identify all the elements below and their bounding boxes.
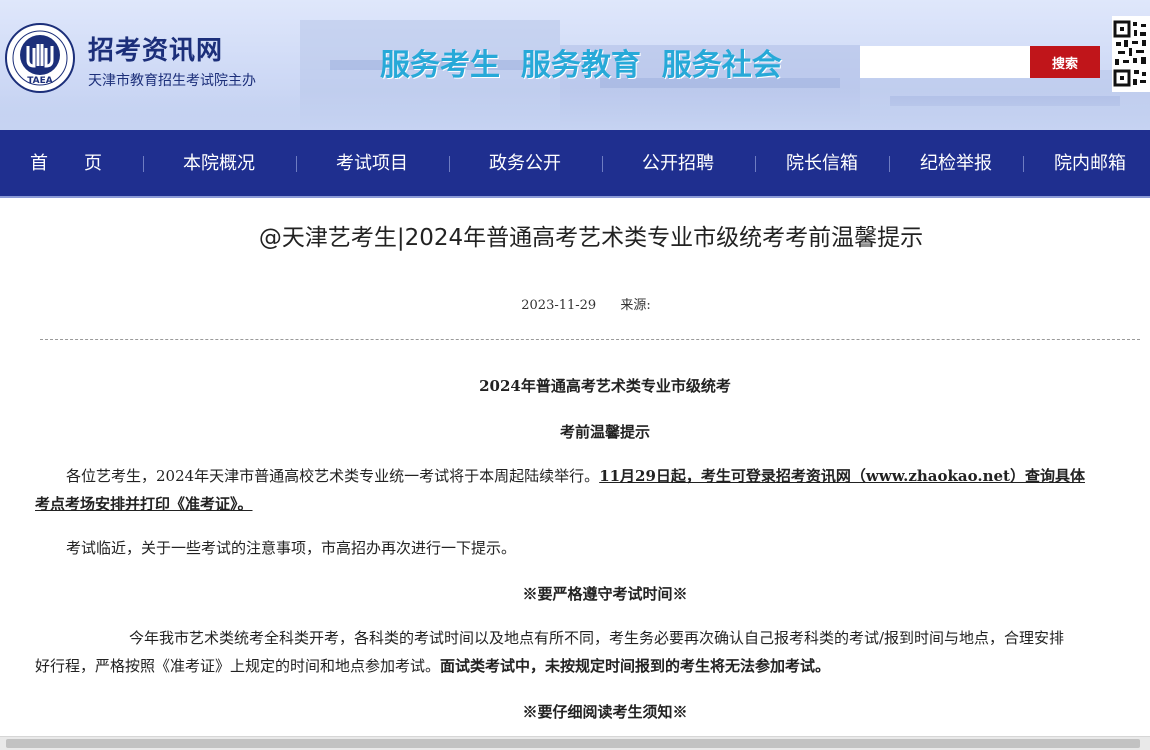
horizontal-scrollbar[interactable]: [0, 736, 1150, 750]
nav-separator: [755, 156, 756, 172]
taea-logo[interactable]: TAEA: [4, 22, 76, 94]
nav-item-president-mailbox[interactable]: 院长信箱: [785, 130, 859, 198]
nav-item-home[interactable]: 首 页: [30, 130, 102, 198]
nav-item-overview[interactable]: 本院概况: [182, 130, 256, 198]
section-heading-candidate-notice: ※要仔细阅读考生须知※: [522, 703, 688, 721]
nav-separator: [449, 156, 450, 172]
intro-highlight: 11月29日起，考生可登录招考资讯网（www.zhaokao.net）查询具体: [599, 467, 1085, 485]
paragraph-notice: 考试临近，关于一些考试的注意事项，市高招办再次进行一下提示。: [35, 534, 1140, 562]
nav-item-discipline-report[interactable]: 纪检举报: [919, 130, 993, 198]
article-date: 2023-11-29: [521, 298, 597, 313]
nav-separator: [1023, 156, 1024, 172]
header-slogan: 服务考生 服务教育 服务社会: [380, 48, 782, 83]
content-heading: 2024年普通高考艺术类专业市级统考: [479, 377, 731, 395]
exam-time-warning: 面试类考试中，未按规定时间报到的考生将无法参加考试。: [440, 657, 831, 675]
exam-time-text: 今年我市艺术类统考全科类开考，各科类的考试时间以及地点有所不同，考生务必要再次确…: [129, 629, 1065, 647]
article-source-label: 来源:: [620, 298, 651, 313]
site-subtitle: 天津市教育招生考试院主办: [88, 73, 256, 89]
nav-separator: [296, 156, 297, 172]
nav-separator: [602, 156, 603, 172]
nav-item-recruitment[interactable]: 公开招聘: [641, 130, 715, 198]
notice-text: 考试临近，关于一些考试的注意事项，市高招办再次进行一下提示。: [66, 539, 517, 557]
scrollbar-thumb[interactable]: [6, 739, 1140, 748]
main-nav: 首 页 本院概况 考试项目 政务公开 公开招聘 院长信箱 纪检举报 院内邮箱: [0, 130, 1150, 198]
search-input[interactable]: [860, 46, 1030, 78]
search-button[interactable]: 搜索: [1030, 46, 1100, 78]
qr-code-icon: [1112, 16, 1150, 92]
article-meta: 2023-11-29 来源:: [0, 294, 1150, 313]
site-title[interactable]: 招考资讯网: [88, 30, 223, 67]
paragraph-intro: 各位艺考生，2024年天津市普通高校艺术类专业统一考试将于本周起陆续举行。11月…: [35, 462, 1140, 518]
nav-separator: [143, 156, 144, 172]
exam-time-text-continued: 好行程，严格按照《准考证》上规定的时间和地点参加考试。: [35, 657, 441, 675]
section-heading-exam-time: ※要严格遵守考试时间※: [522, 585, 688, 603]
nav-item-exams[interactable]: 考试项目: [335, 130, 409, 198]
content-subheading: 考前温馨提示: [559, 423, 650, 441]
nav-item-internal-mail[interactable]: 院内邮箱: [1053, 130, 1127, 198]
intro-highlight-continued: 考点考场安排并打印《准考证》。: [35, 495, 253, 513]
paragraph-exam-time: 今年我市艺术类统考全科类开考，各科类的考试时间以及地点有所不同，考生务必要再次确…: [35, 624, 1140, 680]
site-header: TAEA 招考资讯网 天津市教育招生考试院主办 服务考生 服务教育 服务社会 搜…: [0, 0, 1150, 130]
nav-separator: [889, 156, 890, 172]
article-title: @天津艺考生|2024年普通高考艺术类专业市级统考考前温馨提示: [258, 225, 924, 251]
divider: [40, 339, 1140, 340]
intro-text: 各位艺考生，2024年天津市普通高校艺术类专业统一考试将于本周起陆续举行。: [66, 467, 600, 485]
header-background-haze: [0, 88, 1150, 130]
nav-item-public-affairs[interactable]: 政务公开: [488, 130, 562, 198]
logo-text: TAEA: [27, 76, 53, 86]
